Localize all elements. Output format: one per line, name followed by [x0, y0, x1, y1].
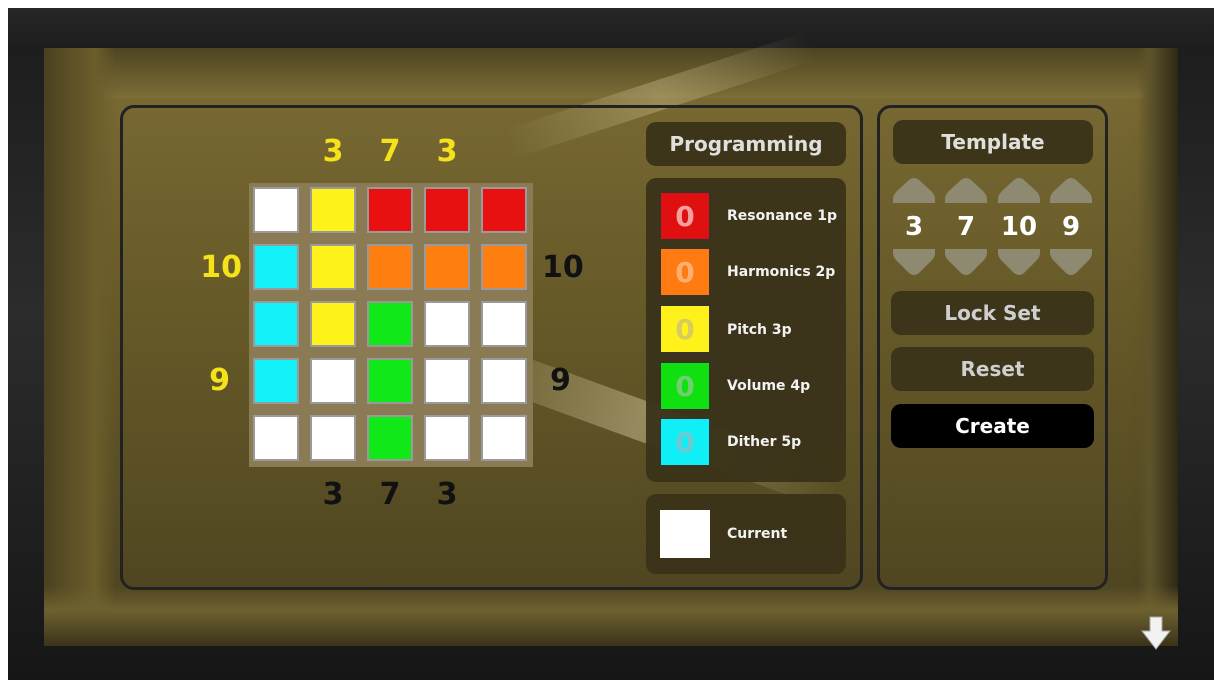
board-cell[interactable] — [481, 187, 527, 233]
resonance-count: 0 — [675, 199, 695, 233]
row-clue-left: 9 — [209, 363, 230, 398]
board-cell[interactable] — [424, 358, 470, 404]
stage-floor — [44, 586, 1178, 646]
template-heading: Template — [893, 120, 1093, 164]
pitch-label: Pitch 3p — [727, 322, 792, 338]
column-clue-top: 3 — [322, 134, 344, 169]
board-cell[interactable] — [310, 415, 356, 461]
template-up-arrow-icon[interactable] — [943, 177, 989, 203]
board-cell[interactable] — [424, 415, 470, 461]
template-title: Template — [941, 130, 1045, 154]
column-clue-top: 7 — [379, 134, 401, 169]
board-cell[interactable] — [310, 244, 356, 290]
programming-heading: Programming — [646, 122, 846, 166]
stage-ceiling — [44, 48, 1178, 98]
volume-swatch[interactable]: 0 — [660, 362, 710, 410]
board-cell[interactable] — [253, 415, 299, 461]
row-clue-right: 9 — [550, 363, 571, 398]
template-up-arrow-icon[interactable] — [996, 177, 1042, 203]
harmonics-label: Harmonics 2p — [727, 264, 836, 280]
template-down-arrow-icon[interactable] — [891, 249, 937, 277]
board-cell[interactable] — [424, 187, 470, 233]
template-up-arrow-icon[interactable] — [891, 177, 937, 203]
resonance-swatch[interactable]: 0 — [660, 192, 710, 240]
board-cell[interactable] — [367, 244, 413, 290]
stage-right-wall — [1138, 48, 1178, 646]
board-cell[interactable] — [253, 358, 299, 404]
column-clue-bottom: 3 — [436, 477, 458, 512]
board-cell[interactable] — [253, 187, 299, 233]
resonance-label: Resonance 1p — [727, 208, 838, 224]
board-cell[interactable] — [253, 301, 299, 347]
board-cell[interactable] — [367, 415, 413, 461]
frame-shine — [8, 8, 1214, 48]
template-value: 3 — [904, 212, 924, 242]
template-value: 10 — [1000, 212, 1038, 242]
row-clue-left: 10 — [200, 250, 242, 285]
volume-label: Volume 4p — [727, 378, 811, 394]
template-value: 9 — [1061, 212, 1081, 242]
pitch-count: 0 — [675, 312, 695, 346]
column-clue-top: 3 — [436, 134, 458, 169]
row-clue-right: 10 — [542, 250, 584, 285]
scroll-down-arrow-icon[interactable] — [1140, 615, 1172, 651]
column-clue-bottom: 7 — [379, 477, 401, 512]
board-cell[interactable] — [424, 244, 470, 290]
column-clue-bottom: 3 — [322, 477, 344, 512]
programming-title: Programming — [669, 132, 823, 156]
template-down-arrow-icon[interactable] — [943, 249, 989, 277]
dither-count: 0 — [675, 425, 695, 459]
dither-label: Dither 5p — [727, 434, 802, 450]
board-cell[interactable] — [310, 301, 356, 347]
board-cell[interactable] — [367, 301, 413, 347]
stage-left-wall — [44, 48, 116, 646]
current-label: Current — [727, 526, 788, 542]
pitch-swatch[interactable]: 0 — [660, 305, 710, 353]
lock-set-button[interactable]: Lock Set — [891, 291, 1094, 335]
board-cell[interactable] — [367, 358, 413, 404]
board-cell[interactable] — [367, 187, 413, 233]
board-cell[interactable] — [481, 415, 527, 461]
board-cell[interactable] — [424, 301, 470, 347]
harmonics-count: 0 — [675, 255, 695, 289]
template-down-arrow-icon[interactable] — [1048, 249, 1094, 277]
template-up-arrow-icon[interactable] — [1048, 177, 1094, 203]
volume-count: 0 — [675, 369, 695, 403]
board-cell[interactable] — [481, 301, 527, 347]
dither-swatch[interactable]: 0 — [660, 418, 710, 466]
template-value: 7 — [956, 212, 976, 242]
template-down-arrow-icon[interactable] — [996, 249, 1042, 277]
board-cell[interactable] — [481, 244, 527, 290]
board-cell[interactable] — [253, 244, 299, 290]
reset-button[interactable]: Reset — [891, 347, 1094, 391]
create-button[interactable]: Create — [891, 404, 1094, 448]
board-cell[interactable] — [310, 187, 356, 233]
current-color-swatch — [660, 510, 710, 558]
board-cell[interactable] — [310, 358, 356, 404]
harmonics-swatch[interactable]: 0 — [660, 248, 710, 296]
board-cell[interactable] — [481, 358, 527, 404]
